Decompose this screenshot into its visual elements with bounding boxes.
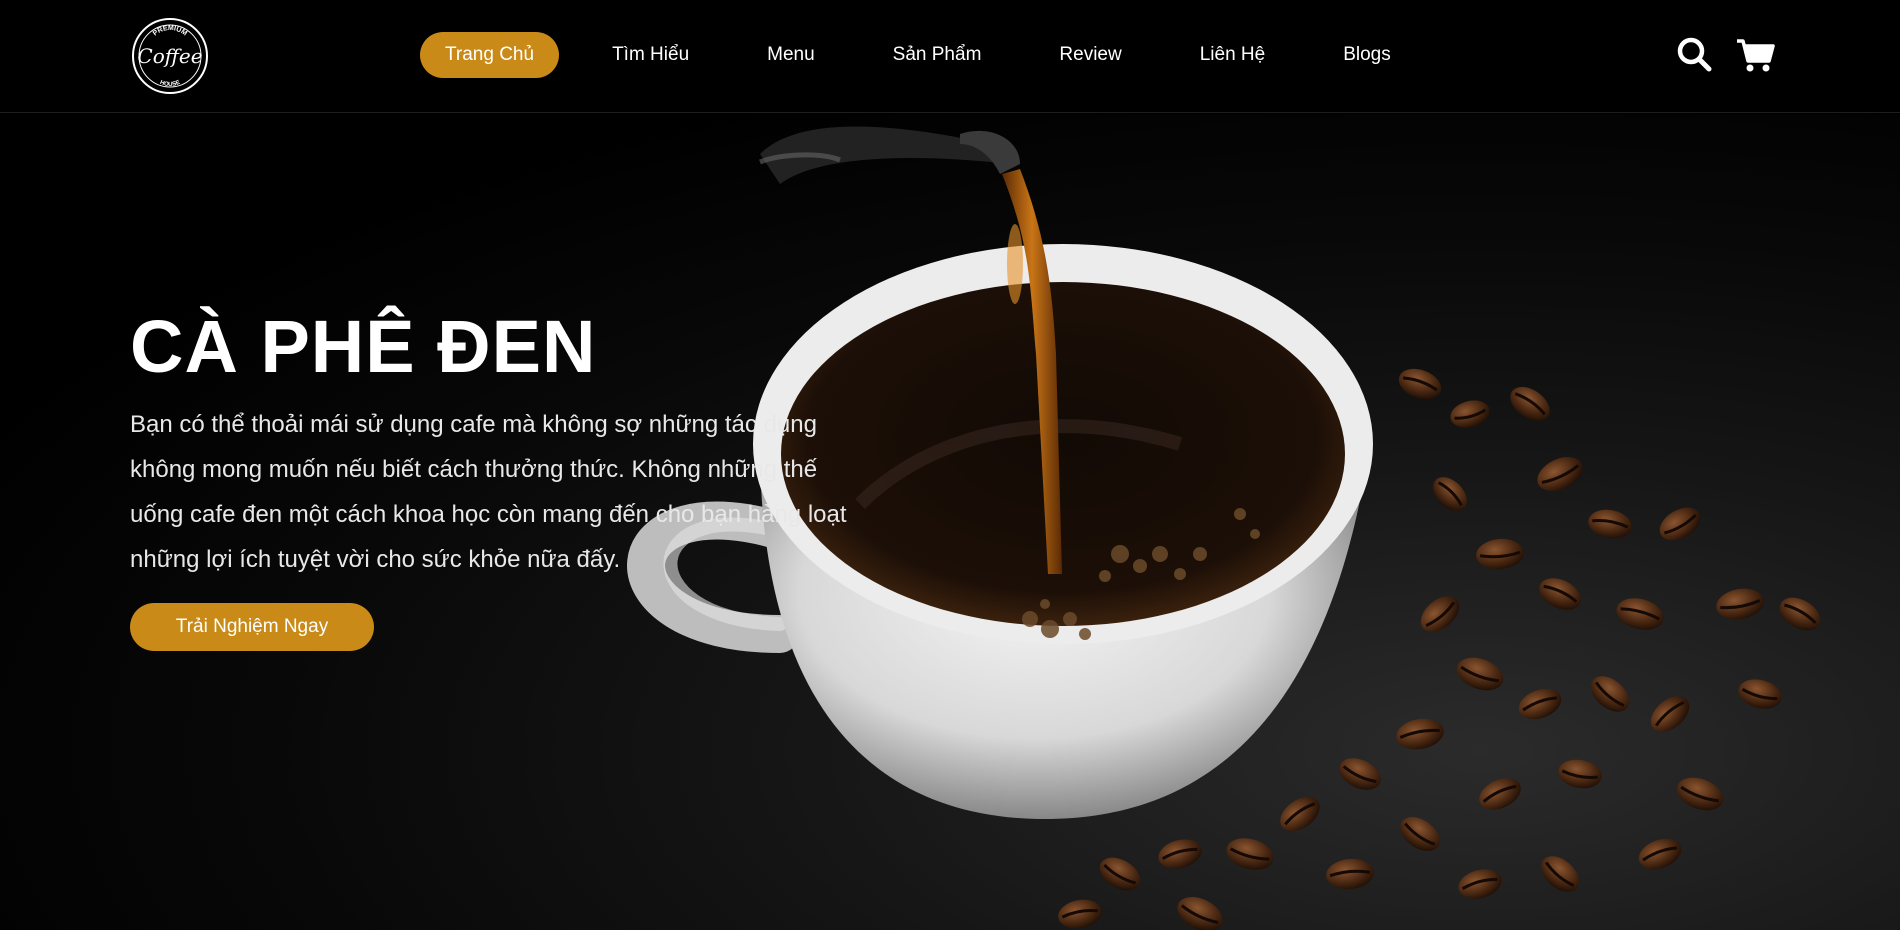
hero-title: CÀ PHÊ ĐEN — [130, 305, 597, 388]
nav-item-san-pham[interactable]: Sản Phẩm — [868, 32, 1007, 78]
nav-item-review[interactable]: Review — [1034, 32, 1146, 78]
nav-item-blogs[interactable]: Blogs — [1318, 32, 1416, 78]
cart-icon[interactable] — [1734, 33, 1778, 77]
coffee-house-logo[interactable]: PREMIUM Coffee HOUSE — [130, 16, 210, 96]
logo-top-text: PREMIUM — [152, 25, 188, 38]
svg-text:PREMIUM: PREMIUM — [152, 25, 188, 38]
main-nav: Trang Chủ Tìm Hiểu Menu Sản Phẩm Review … — [420, 32, 1444, 78]
site-header: PREMIUM Coffee HOUSE Trang Chủ Tìm Hiểu … — [0, 0, 1900, 113]
search-icon[interactable] — [1673, 33, 1717, 77]
svg-text:HOUSE: HOUSE — [159, 80, 181, 88]
nav-item-lien-he[interactable]: Liên Hệ — [1175, 32, 1291, 78]
nav-item-menu[interactable]: Menu — [742, 32, 840, 78]
hero-description: Bạn có thể thoải mái sử dụng cafe mà khô… — [130, 411, 847, 573]
cta-button[interactable]: Trải Nghiệm Ngay — [130, 603, 374, 651]
logo-bottom-text: HOUSE — [159, 80, 181, 88]
nav-item-tim-hieu[interactable]: Tìm Hiểu — [587, 32, 714, 78]
nav-item-trang-chu[interactable]: Trang Chủ — [420, 32, 560, 78]
hero-section: CÀ PHÊ ĐEN Bạn có thể thoải mái sử dụng … — [0, 114, 1900, 930]
logo-main-text: Coffee — [137, 44, 202, 68]
